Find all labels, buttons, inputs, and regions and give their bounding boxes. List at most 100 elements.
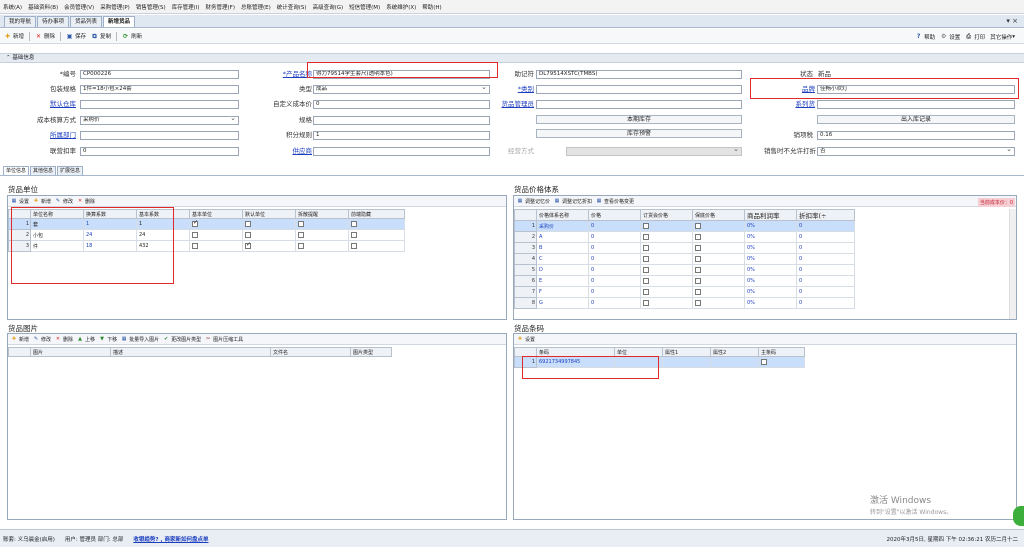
images-add-button[interactable]: ✚ 新增 — [11, 336, 29, 343]
base-unit-checkbox[interactable] — [192, 220, 198, 227]
custom-cost-field[interactable]: 0 — [313, 100, 490, 109]
manager-label[interactable]: 货品管理员 — [470, 100, 535, 109]
supplier-label[interactable]: 供应商 — [250, 147, 313, 156]
order-price-cell[interactable] — [640, 253, 693, 265]
order-price-cell[interactable] — [640, 264, 693, 276]
price-cell[interactable]: 0 — [588, 253, 641, 265]
base-unit-checkbox[interactable] — [192, 231, 198, 238]
help-button[interactable]: ? 帮助 — [915, 33, 935, 41]
default-unit-checkbox[interactable] — [245, 220, 251, 227]
menu-item-10[interactable]: 短信管理(M) — [349, 3, 380, 11]
col-front-hide[interactable]: 前端隐藏 — [348, 209, 405, 219]
warehouse-label[interactable]: 默认仓库 — [0, 100, 76, 109]
points-field[interactable]: 1 — [313, 131, 490, 140]
discount-rate-cell[interactable]: 0 — [796, 231, 855, 243]
default-unit-cell[interactable] — [242, 229, 296, 241]
print-button[interactable]: ⎙ 打印 — [965, 33, 985, 41]
warehouse-field[interactable] — [80, 100, 239, 109]
dept-field[interactable] — [80, 131, 239, 140]
floating-assistant-icon[interactable] — [1013, 506, 1024, 526]
discount-field[interactable]: 0 — [80, 147, 239, 156]
price-cell[interactable]: 0 — [588, 242, 641, 254]
price-cell[interactable]: 0 — [588, 275, 641, 287]
floor-price-cell[interactable] — [692, 231, 745, 243]
col-order-price[interactable]: 订货会价格 — [640, 209, 693, 221]
front-hide-checkbox[interactable] — [351, 242, 357, 249]
type-select[interactable]: 成品 — [313, 85, 490, 94]
status-notice-link[interactable]: 收银趋势? , 商家新如何盘点单 — [133, 535, 208, 543]
category-field[interactable] — [536, 85, 742, 94]
default-unit-checkbox[interactable] — [245, 242, 251, 249]
order-price-checkbox[interactable] — [643, 244, 649, 251]
subtab-other-info[interactable]: 其他信息 — [30, 166, 57, 175]
units-settings-button[interactable]: ▦ 设置 — [11, 198, 29, 205]
menu-item-9[interactable]: 高级查询(G) — [313, 3, 344, 11]
floor-price-cell[interactable] — [692, 297, 745, 309]
floor-price-checkbox[interactable] — [695, 255, 701, 262]
attr1-cell[interactable] — [662, 356, 711, 368]
price-system-cell[interactable]: C — [536, 253, 589, 265]
split-remind-checkbox[interactable] — [298, 231, 304, 238]
discount-rate-cell[interactable]: 0 — [796, 264, 855, 276]
order-price-checkbox[interactable] — [643, 266, 649, 273]
price-system-cell[interactable]: 采购价 — [536, 220, 589, 232]
discount-rate-cell[interactable]: 0 — [796, 242, 855, 254]
table-row[interactable]: 1 采购价 0 0% 0 — [514, 220, 855, 232]
refresh-button[interactable]: ⟳ 刷新 — [122, 32, 142, 41]
copy-button[interactable]: ⧉ 复制 — [91, 32, 111, 41]
table-row[interactable]: 8 G 0 0% 0 — [514, 297, 855, 309]
base-unit-checkbox[interactable] — [192, 242, 198, 249]
default-unit-cell[interactable] — [242, 218, 296, 230]
split-remind-cell[interactable] — [295, 240, 349, 252]
discount-rate-cell[interactable]: 0 — [796, 253, 855, 265]
images-delete-button[interactable]: ✕ 删除 — [55, 336, 73, 343]
tab-product-list[interactable]: 货品列表 — [70, 16, 103, 27]
main-barcode-checkbox[interactable] — [761, 358, 767, 365]
table-row[interactable]: 5 D 0 0% 0 — [514, 264, 855, 276]
order-price-cell[interactable] — [640, 242, 693, 254]
floor-price-cell[interactable] — [692, 253, 745, 265]
floor-price-cell[interactable] — [692, 286, 745, 298]
units-add-button[interactable]: ✚ 新增 — [33, 198, 51, 205]
col-image[interactable]: 图片 — [30, 347, 111, 357]
split-remind-cell[interactable] — [295, 218, 349, 230]
pack-field[interactable]: 1件=18小包×24套 — [80, 85, 239, 94]
col-description[interactable]: 描述 — [110, 347, 271, 357]
name-label[interactable]: *产品名称 — [250, 70, 312, 79]
floor-price-checkbox[interactable] — [695, 299, 701, 306]
front-hide-cell[interactable] — [348, 240, 405, 252]
order-price-checkbox[interactable] — [643, 233, 649, 240]
price-cell[interactable]: 0 — [588, 231, 641, 243]
tax-field[interactable]: 0.16 — [817, 131, 1015, 140]
floor-price-checkbox[interactable] — [695, 244, 701, 251]
tab-new-product[interactable]: 新增货品 — [103, 16, 136, 27]
order-price-cell[interactable] — [640, 220, 693, 232]
col-filename[interactable]: 文件名 — [270, 347, 351, 357]
price-cell[interactable]: 0 — [588, 264, 641, 276]
menu-item-6[interactable]: 财务管理(F) — [206, 3, 235, 11]
month-stock-button[interactable]: 本期库存 — [536, 115, 742, 124]
col-split-remind[interactable]: 拆散提醒 — [295, 209, 349, 219]
base-unit-cell[interactable] — [189, 218, 243, 230]
price-system-cell[interactable]: G — [536, 297, 589, 309]
manager-field[interactable] — [536, 100, 742, 109]
subtab-ext-info[interactable]: 扩展信息 — [57, 166, 84, 175]
add-button[interactable]: ✚ 新增 — [4, 32, 24, 41]
floor-price-cell[interactable] — [692, 242, 745, 254]
other-actions-button[interactable]: 其它操作 ▾ — [990, 33, 1015, 41]
no-discount-select[interactable]: 否 — [817, 147, 1015, 156]
floor-price-checkbox[interactable] — [695, 233, 701, 240]
col-price[interactable]: 价格 — [588, 209, 641, 221]
floor-price-checkbox[interactable] — [695, 266, 701, 273]
subtab-unit-info[interactable]: 单位信息 — [3, 166, 30, 175]
tab-close-icon[interactable]: ▾ × — [1006, 17, 1018, 25]
order-price-checkbox[interactable] — [643, 222, 649, 229]
table-row[interactable]: 3 B 0 0% 0 — [514, 242, 855, 254]
split-remind-cell[interactable] — [295, 229, 349, 241]
floor-price-cell[interactable] — [692, 220, 745, 232]
col-margin[interactable]: 商品利润率 — [744, 209, 797, 221]
inout-record-button[interactable]: 出入库记录 — [817, 115, 1015, 124]
table-row[interactable]: 2 A 0 0% 0 — [514, 231, 855, 243]
discount-rate-cell[interactable]: 0 — [796, 220, 855, 232]
menu-item-12[interactable]: 帮助(H) — [422, 3, 441, 11]
